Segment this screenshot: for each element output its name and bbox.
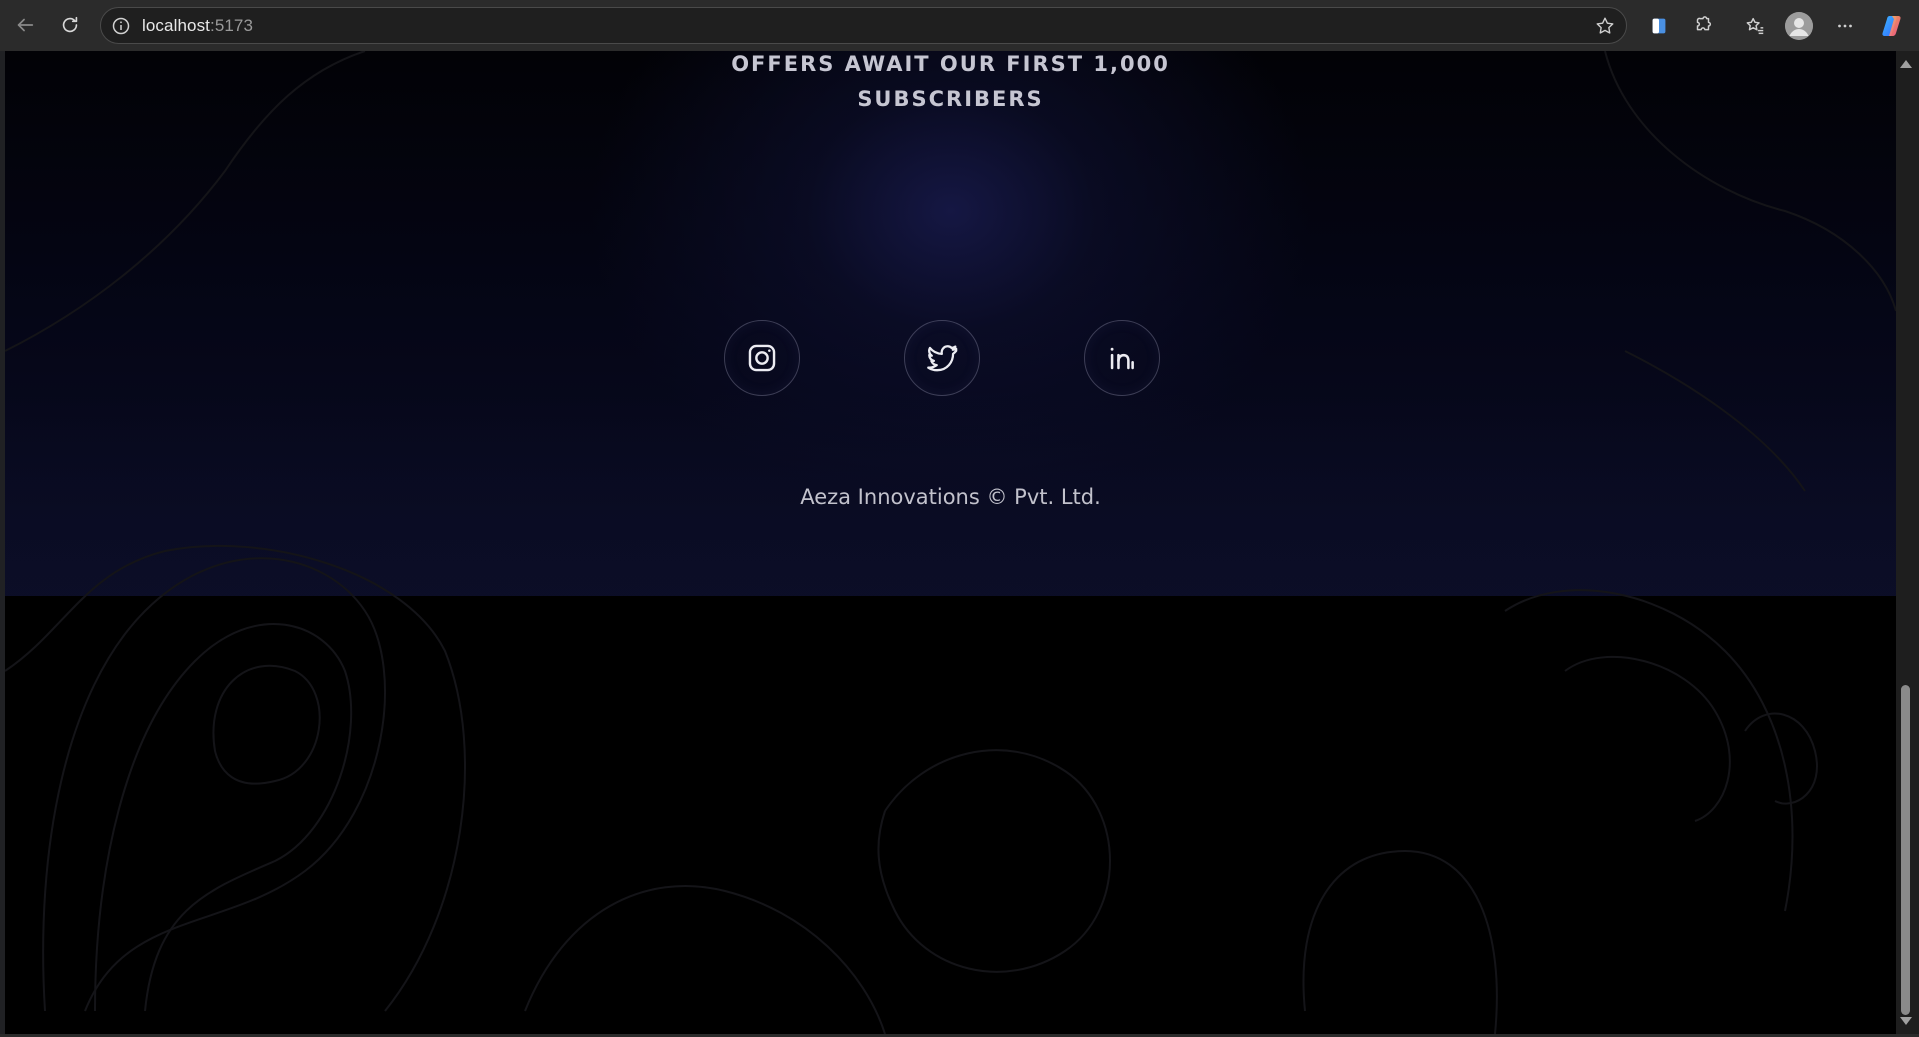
instagram-link[interactable] xyxy=(724,320,800,396)
twitter-link[interactable] xyxy=(904,320,980,396)
copilot-icon[interactable] xyxy=(1879,12,1907,40)
linkedin-link[interactable] xyxy=(1084,320,1160,396)
avatar-icon[interactable] xyxy=(1785,12,1813,40)
puzzle-icon[interactable] xyxy=(1686,9,1720,43)
headline-line-1: OFFERS AWAIT OUR FIRST 1,000 xyxy=(731,52,1170,76)
browser-window: localhost:5173 OFFERS AWAIT OUR FIRST 1,… xyxy=(0,0,1919,1037)
browser-toolbar: localhost:5173 xyxy=(0,0,1919,51)
linkedin-icon xyxy=(1110,347,1134,370)
page-viewport: OFFERS AWAIT OUR FIRST 1,000 SUBSCRIBERS… xyxy=(5,51,1896,1034)
topographic-pattern xyxy=(5,51,1896,1034)
twitter-icon xyxy=(927,345,958,372)
scroll-up-arrow-icon[interactable] xyxy=(1900,60,1912,68)
back-arrow-icon[interactable] xyxy=(8,8,42,42)
url-port: :5173 xyxy=(210,16,254,35)
reload-icon[interactable] xyxy=(53,8,87,42)
scroll-thumb[interactable] xyxy=(1901,685,1910,1015)
subscriber-offer-headline: OFFERS AWAIT OUR FIRST 1,000 SUBSCRIBERS xyxy=(5,51,1896,117)
copyright-text: Aeza Innovations © Pvt. Ltd. xyxy=(800,485,1101,509)
scroll-down-arrow-icon[interactable] xyxy=(1900,1017,1912,1025)
social-links xyxy=(5,320,1896,400)
favorites-icon[interactable] xyxy=(1738,9,1772,43)
page-scrollbar[interactable] xyxy=(1896,51,1919,1034)
url-host: localhost xyxy=(142,16,210,35)
info-icon[interactable] xyxy=(111,16,131,36)
address-bar[interactable]: localhost:5173 xyxy=(100,7,1627,44)
headline-line-2: SUBSCRIBERS xyxy=(857,87,1044,111)
instagram-icon xyxy=(748,344,776,372)
url-text[interactable]: localhost:5173 xyxy=(142,16,253,36)
split-screen-icon[interactable] xyxy=(1642,9,1676,43)
more-icon[interactable] xyxy=(1828,9,1862,43)
star-icon[interactable] xyxy=(1594,15,1616,37)
